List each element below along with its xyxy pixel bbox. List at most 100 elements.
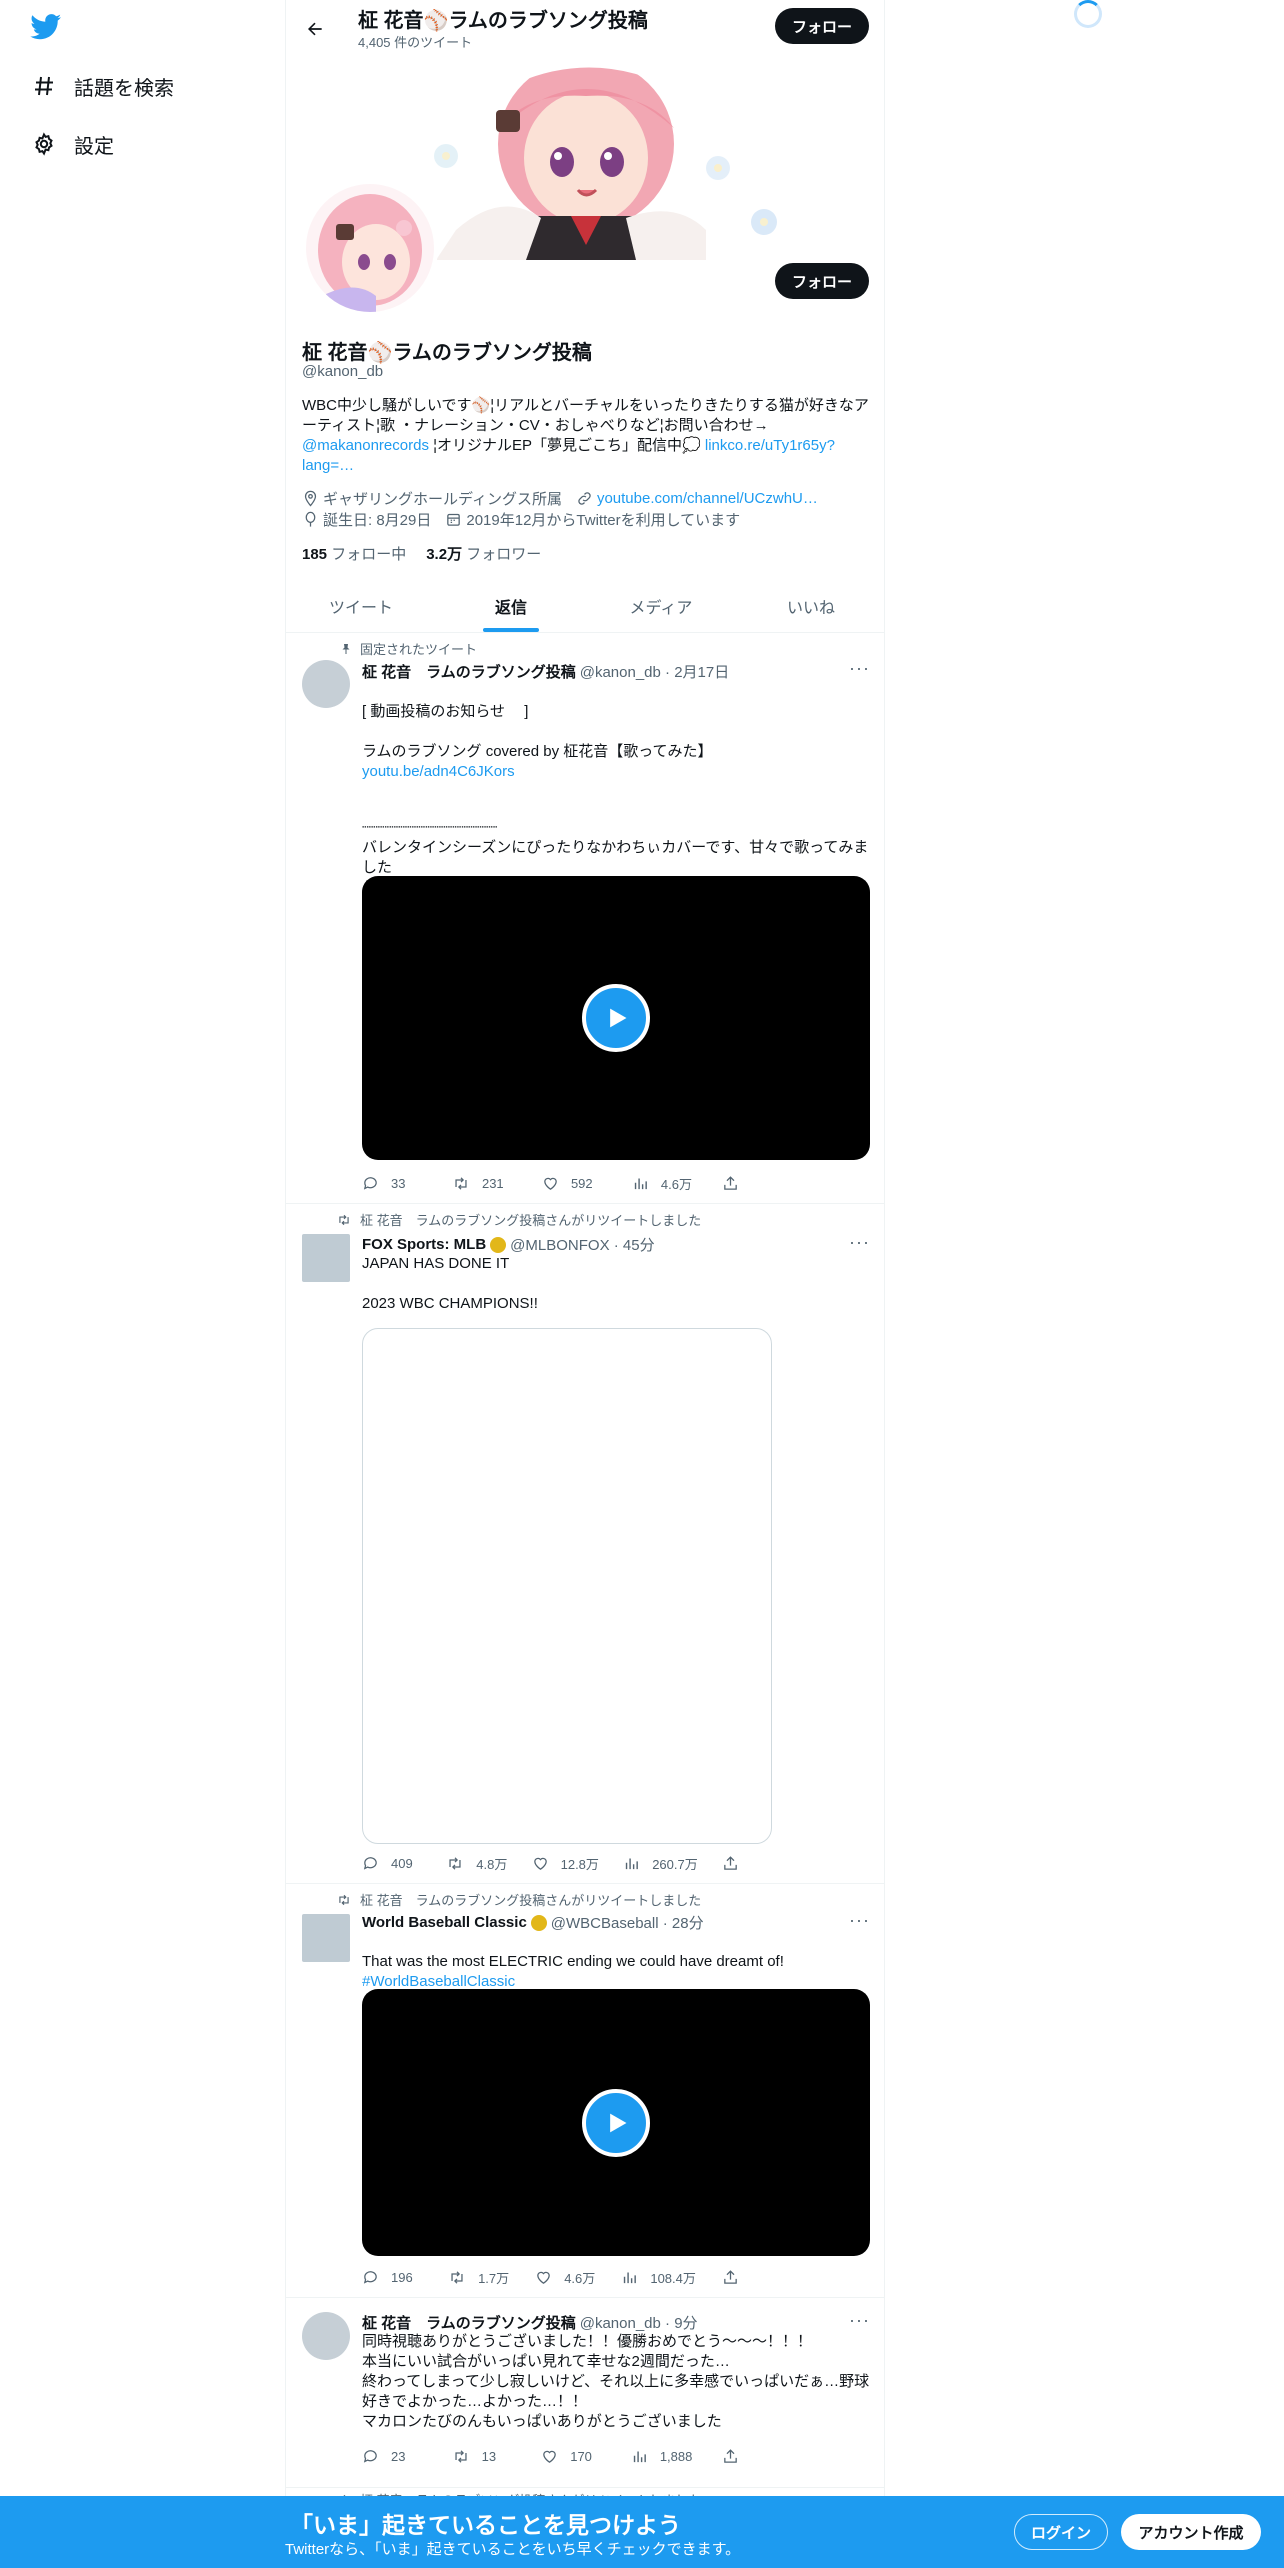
like-button[interactable]: 12.8万 — [532, 1854, 599, 1873]
tweet-meta: @kanon_db · 2月17日 — [579, 664, 730, 681]
more-options-icon[interactable]: ··· — [849, 2310, 870, 2331]
views-button[interactable]: 108.4万 — [621, 2268, 696, 2287]
reply-icon — [363, 2271, 377, 2284]
tweet[interactable]: 柾 花音 ラムのラブソング投稿 @kanon_db · 9分 ··· 同時視聴あ… — [286, 2298, 884, 2488]
nav-explore[interactable]: 話題を検索 — [30, 66, 174, 106]
video-player[interactable] — [362, 876, 870, 1160]
nav-settings-label: 設定 — [74, 135, 114, 158]
like-button[interactable]: 170 — [541, 2448, 601, 2465]
tweet-author-name[interactable]: 柾 花音 ラムのラブソング投稿 — [362, 661, 576, 682]
retweet-button[interactable]: 1.7万 — [448, 2268, 509, 2287]
tweet[interactable]: 柾 花音 ラムのラブソング投稿さんがリツイートしました World Baseba… — [286, 1884, 884, 2298]
tweet-header: FOX Sports: MLB @MLBONFOX · 45分 — [362, 1234, 655, 1255]
tweet-author-name[interactable]: FOX Sports: MLB — [362, 1236, 486, 1253]
location-text: ギャザリングホールディングス所属 — [323, 491, 562, 508]
bio-mention-link[interactable]: @makanonrecords — [302, 437, 429, 454]
signup-banner: 「いま」起きていることを見つけよう Twitterなら、「いま」起きていることを… — [0, 2496, 1284, 2568]
profile-birthday: 誕生日: 8月29日 — [302, 509, 431, 530]
follow-button-header[interactable]: フォロー — [775, 8, 869, 44]
media-placeholder[interactable] — [362, 1328, 772, 1844]
profile-location: ギャザリングホールディングス所属 — [302, 488, 562, 509]
tweet-meta: @kanon_db · 9分 — [579, 2315, 698, 2332]
login-button[interactable]: ログイン — [1014, 2514, 1108, 2550]
banner-subtitle: Twitterなら、「いま」起きていることをいち早くチェックできます。 — [285, 2541, 741, 2558]
share-icon — [724, 1856, 737, 1870]
reply-button[interactable]: 409 — [362, 1854, 422, 1873]
tweet[interactable]: 固定されたツイート 柾 花音 ラムのラブソング投稿 @kanon_db · 2月… — [286, 634, 884, 1204]
tweet-author-name[interactable]: 柾 花音 ラムのラブソング投稿 — [362, 2312, 576, 2333]
calendar-icon — [447, 513, 461, 526]
more-options-icon[interactable]: ··· — [849, 1910, 870, 1931]
twitter-logo-icon[interactable] — [30, 14, 62, 40]
tab-tweets[interactable]: ツイート — [286, 580, 436, 632]
bar-chart-icon — [626, 1858, 639, 1870]
tweet[interactable]: 柾 花音 ラムのラブソング投稿さんがリツイートしました FOX Sports: … — [286, 1204, 884, 1884]
following-stat[interactable]: 185 フォロー中 — [302, 543, 406, 564]
tab-likes[interactable]: いいね — [736, 580, 884, 632]
play-icon[interactable] — [582, 984, 650, 1052]
avatar[interactable] — [302, 660, 350, 708]
tweet-actions: 23 13 170 1,888 — [362, 2448, 782, 2465]
reply-icon — [363, 2450, 377, 2463]
tweet-link[interactable]: youtu.be/adn4C6JKors — [362, 762, 870, 782]
avatar[interactable] — [302, 1234, 350, 1282]
play-icon[interactable] — [582, 2088, 650, 2157]
avatar[interactable] — [302, 1914, 350, 1962]
profile-handle: @kanon_db — [302, 363, 384, 380]
reply-icon — [363, 1857, 377, 1870]
nav-explore-label: 話題を検索 — [74, 77, 174, 100]
follow-button[interactable]: フォロー — [775, 263, 869, 299]
profile-timeline: 柾 花音⚾ラムのラブソング投稿 4,405 件のツイート フォロー フォロー 柾… — [285, 0, 885, 2568]
profile-meta-row-1: ギャザリングホールディングス所属 youtube.com/channel/UCz… — [302, 488, 818, 509]
more-options-icon[interactable]: ··· — [849, 1232, 870, 1253]
profile-name: 柾 花音⚾ラムのラブソング投稿 — [302, 342, 592, 364]
retweeted-label: 柾 花音 ラムのラブソング投稿さんがリツイートしました — [334, 1890, 701, 1909]
share-button[interactable] — [722, 1854, 782, 1873]
profile-bio: WBC中少し騒がしいです⚾¦リアルとバーチャルをいったりきたりする猫が好きなアー… — [302, 396, 870, 476]
nav-settings[interactable]: 設定 — [30, 124, 114, 164]
signup-button[interactable]: アカウント作成 — [1121, 2514, 1261, 2550]
retweeted-label: 柾 花音 ラムのラブソング投稿さんがリツイートしました — [334, 1210, 701, 1229]
profile-url[interactable]: youtube.com/channel/UCzwhU… — [576, 488, 818, 509]
tweet-author-name[interactable]: World Baseball Classic — [362, 1914, 527, 1931]
retweet-button[interactable]: 13 — [452, 2448, 512, 2465]
bio-text: WBC中少し騒がしいです⚾¦リアルとバーチャルをいったりきたりする猫が好きなアー… — [302, 397, 869, 434]
banner-title: 「いま」起きていることを見つけよう — [290, 2512, 681, 2538]
like-button[interactable]: 4.6万 — [535, 2268, 595, 2287]
views-button[interactable]: 4.6万 — [632, 1174, 692, 1193]
reply-button[interactable]: 33 — [362, 1174, 422, 1193]
views-button[interactable]: 1,888 — [631, 2448, 692, 2465]
avatar[interactable] — [302, 2312, 350, 2360]
tab-media[interactable]: メディア — [586, 580, 736, 632]
profile-stats: 185 フォロー中 3.2万 フォロワー — [302, 543, 541, 564]
retweet-button[interactable]: 4.8万 — [446, 1854, 507, 1873]
more-options-icon[interactable]: ··· — [849, 658, 870, 679]
like-button[interactable]: 592 — [542, 1174, 602, 1193]
retweet-icon — [334, 1213, 352, 1227]
tab-replies[interactable]: 返信 — [436, 580, 586, 632]
birthday-text: 誕生日: 8月29日 — [323, 512, 432, 529]
retweet-button[interactable]: 231 — [452, 1174, 512, 1193]
profile-header: 柾 花音⚾ラムのラブソング投稿 4,405 件のツイート フォロー — [286, 0, 884, 53]
profile-meta-row-2: 誕生日: 8月29日 2019年12月からTwitterを利用しています — [302, 509, 740, 530]
retweet-icon — [449, 1857, 461, 1870]
tweet-header: 柾 花音 ラムのラブソング投稿 @kanon_db · 2月17日 — [362, 661, 729, 682]
views-button[interactable]: 260.7万 — [623, 1854, 698, 1873]
location-pin-icon — [304, 490, 317, 507]
back-button[interactable] — [298, 12, 332, 46]
gear-icon — [30, 130, 58, 158]
joined-text: 2019年12月からTwitterを利用しています — [466, 512, 741, 529]
profile-url-link[interactable]: youtube.com/channel/UCzwhU… — [597, 490, 818, 507]
profile-avatar[interactable] — [302, 180, 438, 316]
reply-button[interactable]: 196 — [362, 2268, 422, 2287]
hashtag-icon — [30, 72, 58, 100]
followers-stat[interactable]: 3.2万 フォロワー — [426, 543, 541, 564]
heart-icon — [543, 2450, 557, 2463]
video-player[interactable] — [362, 1989, 870, 2256]
bar-chart-icon — [624, 2272, 637, 2284]
reply-button[interactable]: 23 — [362, 2448, 422, 2465]
share-button[interactable] — [722, 2448, 782, 2465]
tweet-text: 同時視聴ありがとうございました！！優勝おめでとう〜〜〜！！！ 本当にいい試合がい… — [362, 2333, 870, 2430]
share-button[interactable] — [722, 1174, 782, 1193]
share-button[interactable] — [722, 2268, 782, 2287]
